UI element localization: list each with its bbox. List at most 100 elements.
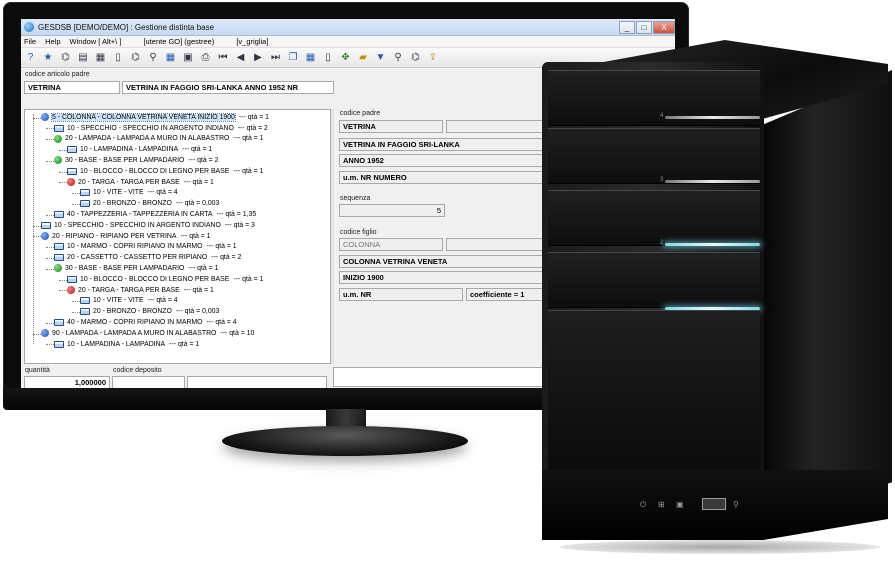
blue-node-icon xyxy=(41,113,49,122)
tree-node-quantity: --- qtà = 1 xyxy=(238,113,269,121)
power-icon[interactable]: ⏻ xyxy=(640,500,646,510)
tree-node[interactable]: 10 - BLOCCO - BLOCCO DI LEGNO PER BASE --… xyxy=(67,274,263,285)
tree-node[interactable]: 5 - COLONNA - COLONNA VETRINA VENETA INI… xyxy=(41,112,269,123)
coefficient-field[interactable]: coefficiente = 1 xyxy=(466,288,546,301)
warehouse-description-field[interactable] xyxy=(187,376,327,388)
parent-description-1-field[interactable]: VETRINA IN FAGGIO SRI-LANKA xyxy=(339,138,546,151)
filter-icon[interactable]: ▼ xyxy=(374,51,387,64)
quantity-field[interactable]: 1,000000 xyxy=(24,376,110,388)
usb-port[interactable] xyxy=(702,498,726,510)
tree-node-quantity: --- qtà = 0,003 xyxy=(175,308,220,316)
tree-node[interactable]: 10 - LAMPADINA - LAMPADINA --- qtà = 1 xyxy=(54,339,199,350)
binoculars-icon[interactable]: ⌬ xyxy=(59,51,72,64)
tree-node[interactable]: 20 - BRONZO - BRONZO --- qtà = 0,003 xyxy=(80,198,219,209)
print-preview-icon[interactable]: ▣ xyxy=(182,51,195,64)
parent-article-description-field[interactable]: VETRINA IN FAGGIO SRI-LANKA ANNO 1952 NR xyxy=(122,81,334,94)
export-icon[interactable]: ⇪ xyxy=(427,51,440,64)
child-unit-field[interactable]: u.m. NR xyxy=(339,288,463,301)
tree-node[interactable]: 10 - BLOCCO - BLOCCO DI LEGNO PER BASE --… xyxy=(67,166,263,177)
tree-node-label: 10 - LAMPADINA - LAMPADINA xyxy=(67,340,166,348)
printer-icon[interactable]: ⎙ xyxy=(199,51,212,64)
tree-node[interactable]: 20 - LAMPADA - LAMPADA A MURO IN ALABAST… xyxy=(54,134,263,145)
tree-node-label: 20 - RIPIANO - RIPIANO PER VETRINA xyxy=(52,232,177,240)
favorite-star-icon[interactable]: ★ xyxy=(42,51,55,64)
leaf-item-icon xyxy=(80,189,90,197)
title-bar[interactable]: GESDSB [DEMO/DEMO] : Gestione distinta b… xyxy=(21,19,675,36)
tree-node[interactable]: 20 - TARGA - TARGA PER BASE --- qtà = 1 xyxy=(67,285,214,296)
menu-user[interactable]: [utente GO] (gestree) xyxy=(143,37,214,46)
tree-node-label: 10 - SPECCHIO - SPECCHIO IN ARGENTO INDI… xyxy=(54,221,221,229)
child-code-field[interactable]: COLONNA xyxy=(339,238,443,251)
report-icon[interactable]: ▦ xyxy=(94,51,107,64)
menu-help[interactable]: Help xyxy=(45,37,60,46)
tree-node[interactable]: 30 - BASE - BASE PER LAMPADARIO --- qtà =… xyxy=(54,263,218,274)
drive-bay-3 xyxy=(548,128,760,184)
copy-icon[interactable]: ❐ xyxy=(287,51,300,64)
open-folder-icon[interactable]: ▰ xyxy=(357,51,370,64)
last-record-icon[interactable]: ⏭ xyxy=(269,51,282,64)
parent-description-2-field[interactable]: ANNO 1952 xyxy=(339,154,546,167)
new-document-icon[interactable]: ▯ xyxy=(322,51,335,64)
tree-node-label: 30 - BASE - BASE PER LAMPADARIO xyxy=(65,156,185,164)
tree-node[interactable]: 20 - TARGA - TARGA PER BASE --- qtà = 1 xyxy=(67,177,214,188)
document-icon[interactable]: ▤ xyxy=(77,51,90,64)
tree-node[interactable]: 10 - MARMO - COPRI RIPIANO IN MARMO --- q… xyxy=(54,242,237,253)
drive-icon: ▣ xyxy=(676,500,684,509)
tree-node[interactable]: 40 - TAPPEZZERIA - TAPPEZZERIA IN CARTA -… xyxy=(54,209,256,220)
tree-node-label: 20 - TARGA - TARGA PER BASE xyxy=(78,178,180,186)
leaf-item-icon xyxy=(54,124,64,132)
menu-bar: File Help Window [ Alt+\ ] [utente GO] (… xyxy=(21,36,675,48)
tree-node[interactable]: 10 - SPECCHIO - SPECCHIO IN ARGENTO INDI… xyxy=(54,123,268,134)
child-code-extra-field[interactable] xyxy=(446,238,546,251)
close-button[interactable]: X xyxy=(653,20,675,34)
tree-node[interactable]: 10 - VITE - VITE --- qtà = 4 xyxy=(80,188,178,199)
tree-node[interactable]: 20 - CASSETTO - CASSETTO PER RIPIANO --- … xyxy=(54,252,241,263)
zoom-icon[interactable]: ⚲ xyxy=(147,51,160,64)
tree-node[interactable]: 20 - BRONZO - BRONZO --- qtà = 0,003 xyxy=(80,306,219,317)
previous-record-icon[interactable]: ◀ xyxy=(234,51,247,64)
help-icon[interactable]: ? xyxy=(24,51,37,64)
parent-unit-field[interactable]: u.m. NR NUMERO xyxy=(339,171,546,184)
child-description-2-field[interactable]: INIZIO 1900 xyxy=(339,271,546,284)
tree-node-label: 20 - LAMPADA - LAMPADA A MURO IN ALABAST… xyxy=(65,135,230,143)
menu-file[interactable]: File xyxy=(24,37,36,46)
tree-node[interactable]: 40 - MARMO - COPRI RIPIANO IN MARMO --- q… xyxy=(54,317,237,328)
menu-window[interactable]: Window [ Alt+\ ] xyxy=(70,37,122,46)
notes-field[interactable] xyxy=(333,367,547,387)
maximize-button[interactable]: □ xyxy=(636,20,652,34)
find-icon[interactable]: ⚲ xyxy=(392,51,405,64)
tree-node-quantity: --- qtà = 1 xyxy=(182,146,213,154)
tree-node[interactable]: 10 - SPECCHIO - SPECCHIO IN ARGENTO INDI… xyxy=(41,220,255,231)
panel-splitter[interactable] xyxy=(331,109,334,364)
tree-connector xyxy=(33,236,41,238)
tree-node[interactable]: 30 - BASE - BASE PER LAMPADARIO --- qtà =… xyxy=(54,155,218,166)
next-record-icon[interactable]: ▶ xyxy=(252,51,265,64)
sequence-field[interactable]: 5 xyxy=(339,204,445,217)
parent-code-extra-field[interactable] xyxy=(446,120,546,133)
tree-node[interactable]: 20 - RIPIANO - RIPIANO PER VETRINA --- qt… xyxy=(41,231,211,242)
red-node-icon xyxy=(67,286,75,295)
page-icon[interactable]: ▯ xyxy=(112,51,125,64)
calculator-icon[interactable]: ▦ xyxy=(304,51,317,64)
tree-node[interactable]: 90 - LAMPADA - LAMPADA A MURO IN ALABAST… xyxy=(41,328,254,339)
expand-icon[interactable]: ✥ xyxy=(339,51,352,64)
red-node-icon xyxy=(67,178,75,187)
tree-node[interactable]: 10 - VITE - VITE --- qtà = 4 xyxy=(80,296,178,307)
grid-icon[interactable]: ▦ xyxy=(164,51,177,64)
parent-code-field[interactable]: VETRINA xyxy=(339,120,443,133)
leaf-item-icon xyxy=(54,210,64,218)
minimize-button[interactable]: _ xyxy=(619,20,635,34)
warehouse-label: codice deposito xyxy=(113,367,162,374)
tree-connector xyxy=(59,279,67,281)
usb-icon: ⚲ xyxy=(733,500,739,509)
first-record-icon[interactable]: ⏮ xyxy=(217,51,230,64)
search-binoculars-icon[interactable]: ⌬ xyxy=(129,51,142,64)
child-description-1-field[interactable]: COLONNA VETRINA VENETA xyxy=(339,255,546,268)
bom-tree[interactable]: 5 - COLONNA - COLONNA VETRINA VENETA INI… xyxy=(24,109,331,364)
tree-node[interactable]: 10 - LAMPADINA - LAMPADINA --- qtà = 1 xyxy=(67,144,212,155)
parent-article-code-field[interactable]: VETRINA xyxy=(24,81,120,94)
menu-grid[interactable]: [v_griglia] xyxy=(236,37,268,46)
warehouse-field[interactable] xyxy=(112,376,185,388)
binoculars-alt-icon[interactable]: ⌬ xyxy=(409,51,422,64)
tree-node-label: 40 - MARMO - COPRI RIPIANO IN MARMO xyxy=(67,318,203,326)
